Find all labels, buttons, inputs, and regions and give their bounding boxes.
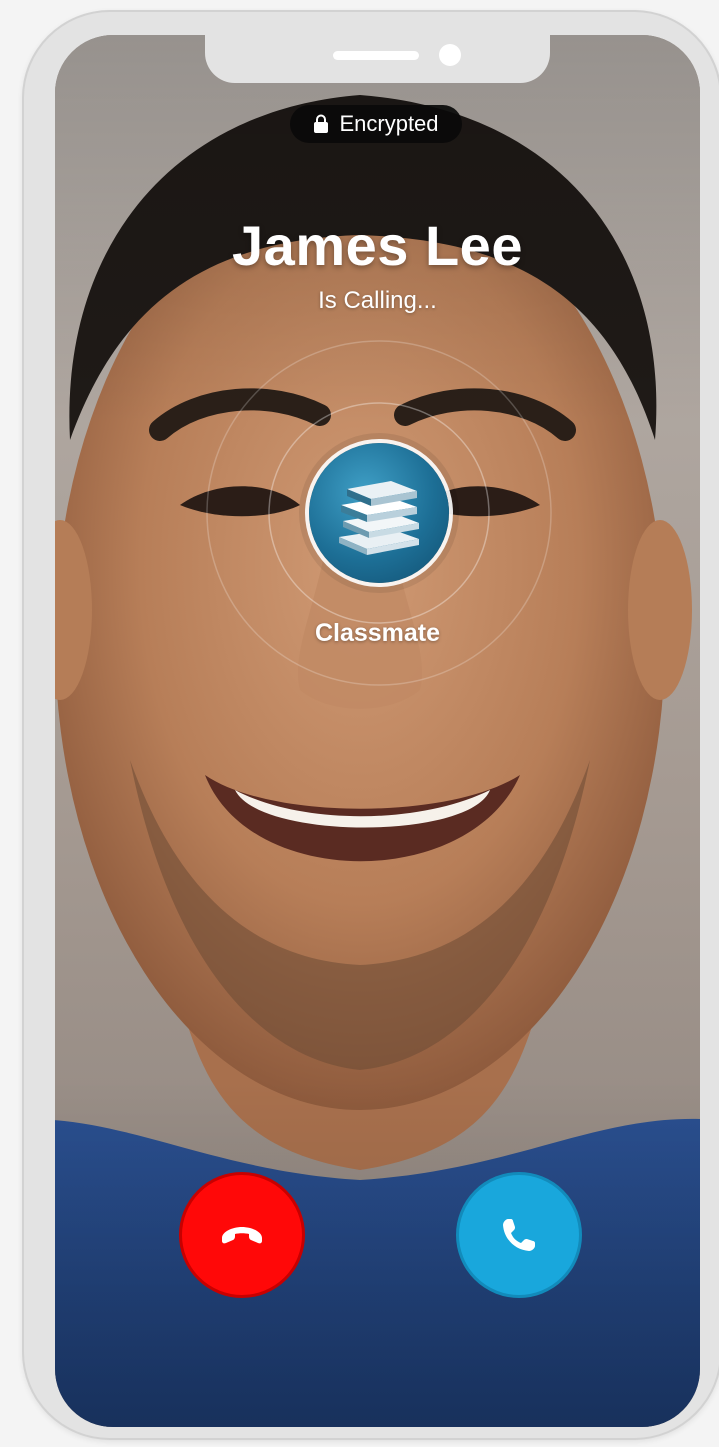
phone-icon [503,1219,535,1251]
call-status: Is Calling... [318,287,437,314]
device-notch [205,35,550,83]
phone-hangup-icon [222,1227,262,1244]
encrypted-label: Encrypted [339,111,439,136]
front-camera [439,44,461,66]
speaker-grille [333,51,419,60]
contact-avatar[interactable] [309,443,449,583]
books-icon [339,481,419,555]
lock-icon [314,114,329,133]
decline-call-button[interactable] [179,1172,305,1298]
contact-category: Classmate [314,619,441,647]
accept-call-button[interactable] [456,1172,582,1298]
call-screen: Encrypted James Lee Is Calling... Classm… [55,35,700,1427]
caller-name: James Lee [232,214,523,277]
encrypted-badge: Encrypted [290,105,462,143]
